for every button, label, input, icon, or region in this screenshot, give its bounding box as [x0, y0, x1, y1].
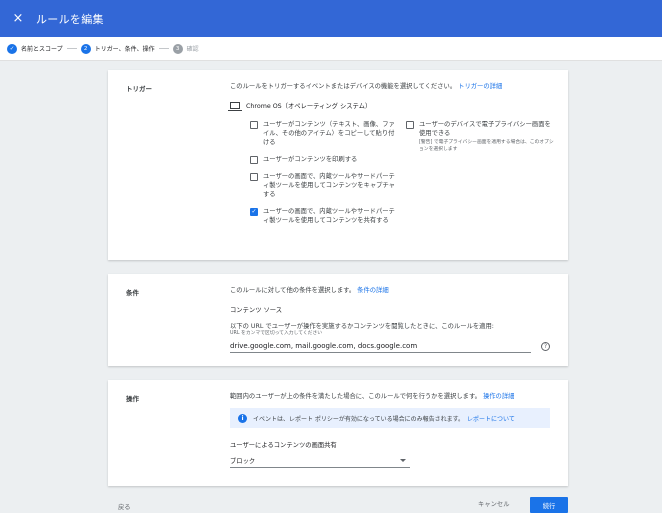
- print-checkbox[interactable]: [250, 156, 258, 164]
- close-icon[interactable]: ×: [0, 11, 36, 26]
- condition-card: 条件 このルールに対して他の条件を選択します。 条件の詳細 コンテンツ ソース …: [108, 274, 568, 366]
- cancel-button[interactable]: キャンセル: [478, 499, 509, 508]
- action-title: 操作: [126, 395, 139, 403]
- condition-description: このルールに対して他の条件を選択します。 条件の詳細: [230, 286, 550, 295]
- action-description-text: 範囲内のユーザーが上の条件を満たした場合に、このルールで何を行うかを選択します。: [230, 393, 481, 400]
- option-label: ユーザーの画面で、内蔵ツールやサードパーティ製ツールを使用してコンテンツをキャプ…: [263, 173, 395, 198]
- option-copy-paste[interactable]: ユーザーがコンテンツ（テキスト、画像、ファイル、その他のアイテム）をコピーして貼…: [250, 120, 398, 147]
- share-label: ユーザーによるコンテンツの画面共有: [230, 442, 337, 449]
- trigger-options-left: ユーザーがコンテンツ（テキスト、画像、ファイル、その他のアイテム）をコピーして貼…: [250, 120, 398, 225]
- condition-title: 条件: [126, 289, 139, 297]
- trigger-details-link[interactable]: トリガーの詳細: [458, 83, 502, 90]
- step-divider: [66, 48, 77, 49]
- laptop-icon: [228, 102, 242, 111]
- check-icon: ✓: [7, 43, 17, 54]
- step-label: 確認: [186, 46, 199, 53]
- option-print[interactable]: ユーザーがコンテンツを印刷する: [250, 155, 398, 164]
- trigger-description-text: このルールをトリガーするイベントまたはデバイスの機能を選択してください。: [230, 83, 457, 90]
- app-header: × ルールを編集: [0, 0, 662, 37]
- url-description: 以下の URL でユーザーが操作を実施するかコンテンツを閲覧したときに、このルー…: [230, 323, 494, 330]
- capture-checkbox[interactable]: [250, 173, 258, 181]
- condition-details-link[interactable]: 条件の詳細: [357, 287, 388, 294]
- share-action-select[interactable]: ブロック: [230, 453, 410, 468]
- option-label: ユーザーの画面で、内蔵ツールやサードパーティ製ツールを使用してコンテンツを共有す…: [263, 208, 395, 224]
- continue-button[interactable]: 続行: [530, 497, 568, 513]
- url-input[interactable]: drive.google.com, mail.google.com, docs.…: [230, 339, 532, 353]
- condition-description-text: このルールに対して他の条件を選択します。: [230, 287, 356, 294]
- option-label: ユーザーがコンテンツを印刷する: [263, 156, 358, 163]
- back-button[interactable]: 戻る: [118, 502, 131, 511]
- option-label: ユーザーがコンテンツ（テキスト、画像、ファイル、その他のアイテム）をコピーして貼…: [263, 121, 395, 146]
- trigger-options-right: ユーザーのデバイスで電子プライバシー画面を使用できる [警告] で電子プライバシ…: [406, 120, 556, 153]
- trigger-card: トリガー このルールをトリガーするイベントまたはデバイスの機能を選択してください…: [108, 70, 568, 260]
- step-name-scope[interactable]: ✓ 名前とスコープ: [7, 43, 63, 54]
- report-link[interactable]: レポートについて: [467, 414, 515, 423]
- step-number: 3: [172, 43, 183, 54]
- info-banner: i イベントは、レポート ポリシーが有効になっている場合にのみ報告されます。 レ…: [230, 408, 550, 428]
- privacy-note: [警告] で電子プライバシー画面を適用する場合は、このオプションを選択します: [419, 140, 554, 152]
- step-divider: [158, 48, 169, 49]
- trigger-title: トリガー: [126, 85, 152, 93]
- step-number: 2: [80, 43, 91, 54]
- stepper: ✓ 名前とスコープ 2 トリガー、条件、操作 3 確認: [0, 37, 662, 61]
- option-share[interactable]: ✓ ユーザーの画面で、内蔵ツールやサードパーティ製ツールを使用してコンテンツを共…: [250, 207, 398, 225]
- os-label: Chrome OS（オペレーティング システム）: [246, 103, 372, 110]
- share-select-value: ブロック: [230, 457, 256, 465]
- chevron-down-icon: [400, 458, 406, 462]
- url-hint: URL をカンマで区切って入力してください: [230, 331, 323, 336]
- action-card: 操作 範囲内のユーザーが上の条件を満たした場合に、このルールで何を行うかを選択し…: [108, 380, 568, 486]
- url-field-row: drive.google.com, mail.google.com, docs.…: [230, 339, 550, 353]
- step-label: トリガー、条件、操作: [94, 46, 155, 53]
- share-checkbox[interactable]: ✓: [250, 208, 258, 216]
- option-label: ユーザーのデバイスで電子プライバシー画面を使用できる: [419, 121, 551, 137]
- step-label: 名前とスコープ: [21, 46, 63, 53]
- step-triggers[interactable]: 2 トリガー、条件、操作: [80, 43, 155, 54]
- action-details-link[interactable]: 操作の詳細: [483, 393, 514, 400]
- step-review[interactable]: 3 確認: [172, 43, 199, 54]
- option-privacy-screen[interactable]: ユーザーのデバイスで電子プライバシー画面を使用できる [警告] で電子プライバシ…: [406, 120, 556, 153]
- privacy-screen-checkbox[interactable]: [406, 121, 414, 129]
- trigger-description: このルールをトリガーするイベントまたはデバイスの機能を選択してください。 トリガ…: [230, 82, 550, 91]
- action-description: 範囲内のユーザーが上の条件を満たした場合に、このルールで何を行うかを選択します。…: [230, 392, 550, 401]
- content-source-label: コンテンツ ソース: [230, 307, 283, 314]
- info-text: イベントは、レポート ポリシーが有効になっている場合にのみ報告されます。: [253, 415, 465, 423]
- os-row: Chrome OS（オペレーティング システム）: [228, 101, 550, 111]
- info-icon: i: [238, 413, 247, 423]
- help-icon[interactable]: ?: [541, 341, 550, 351]
- option-capture[interactable]: ユーザーの画面で、内蔵ツールやサードパーティ製ツールを使用してコンテンツをキャプ…: [250, 172, 398, 199]
- page-title: ルールを編集: [36, 12, 104, 26]
- copy-paste-checkbox[interactable]: [250, 121, 258, 129]
